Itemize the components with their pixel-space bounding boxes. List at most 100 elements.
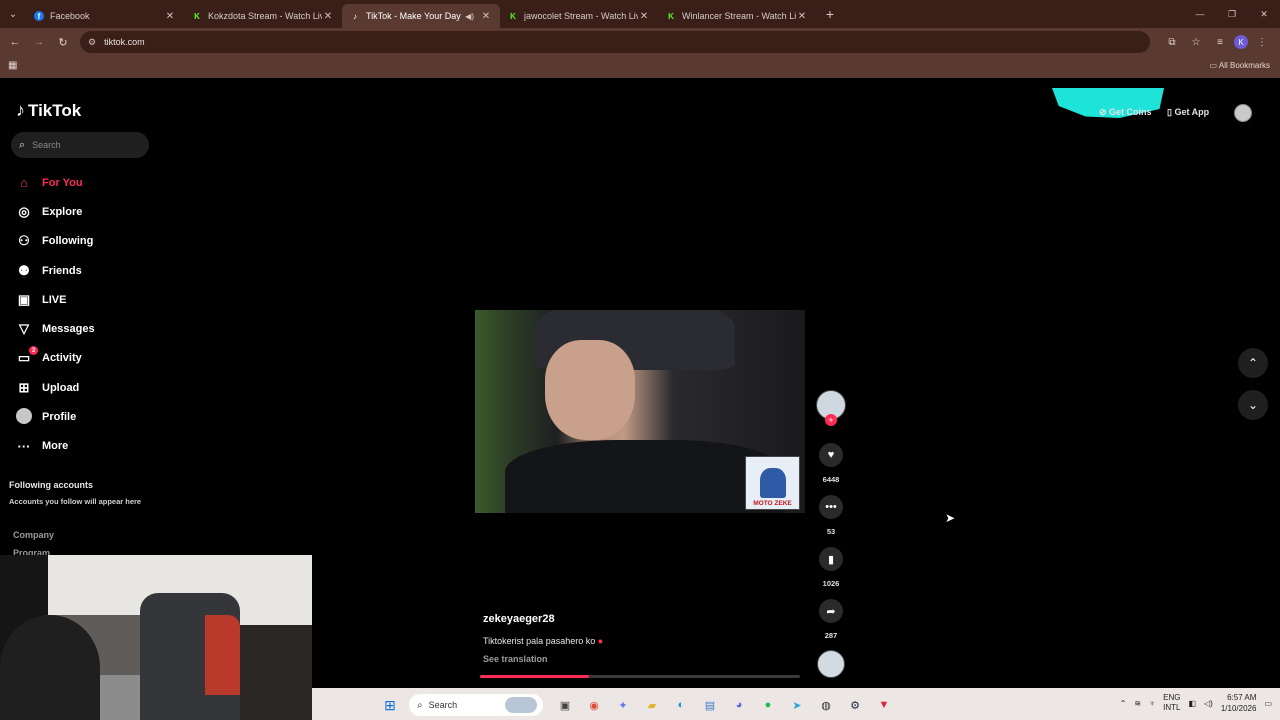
tiktok-logo[interactable]: ♪ TikTok xyxy=(16,100,81,121)
emoji-icon: ● xyxy=(597,636,604,646)
sidebar-item-friends[interactable]: ⚉ Friends xyxy=(16,256,95,285)
speaker-icon[interactable]: ◀) xyxy=(465,12,474,21)
company-link[interactable]: Company xyxy=(13,530,54,540)
task-view-icon[interactable]: ▣ xyxy=(555,695,575,715)
chrome-icon[interactable]: ◉ xyxy=(584,695,604,715)
tab-facebook[interactable]: f Facebook ✕ xyxy=(26,4,184,28)
save-button[interactable]: ▮ 1026 xyxy=(818,547,844,588)
mic-icon[interactable]: ♆ xyxy=(1149,699,1155,708)
heart-icon: ♥ xyxy=(819,443,843,467)
close-tab-icon[interactable]: ✕ xyxy=(480,11,492,22)
sidebar-item-more[interactable]: ··· More xyxy=(16,432,95,461)
edge-icon[interactable]: ◐ xyxy=(671,695,691,715)
close-tab-icon[interactable]: ✕ xyxy=(322,11,334,22)
browser-tab-bar: ⌄ f Facebook ✕ K Kokzdota Stream - Watch… xyxy=(0,0,1280,28)
back-icon[interactable]: ← xyxy=(3,30,27,54)
obs-icon[interactable]: ◍ xyxy=(816,695,836,715)
watermark-figure xyxy=(759,468,786,498)
bookmarks-bar: ▦ ▭ All Bookmarks xyxy=(0,56,1280,78)
send-icon: ▽ xyxy=(19,321,29,337)
activity-badge: 3 xyxy=(29,346,38,356)
all-bookmarks-button[interactable]: ▭ All Bookmarks xyxy=(1210,61,1270,70)
install-app-icon[interactable]: ⧉ xyxy=(1162,32,1182,52)
store-icon[interactable]: ▤ xyxy=(700,695,720,715)
restore-icon[interactable]: ❐ xyxy=(1216,0,1248,28)
spotify-icon[interactable]: ● xyxy=(758,695,778,715)
telegram-icon[interactable]: ➤ xyxy=(787,695,807,715)
follow-plus-icon[interactable]: + xyxy=(825,414,837,426)
search-icon: ⌕ xyxy=(417,699,423,711)
music-disc-avatar[interactable] xyxy=(817,650,845,678)
following-accounts-section: Following accounts Accounts you follow w… xyxy=(9,480,141,506)
tiktok-note-icon: ♪ xyxy=(16,100,25,120)
steam-icon[interactable]: ⚙ xyxy=(845,695,865,715)
sidebar-item-activity[interactable]: ▭ 3 Activity xyxy=(16,344,95,373)
media-control-icon[interactable]: ≡ xyxy=(1210,32,1230,52)
sidebar-item-live[interactable]: ▣ LIVE xyxy=(16,285,95,314)
video-caption: Tiktokerist pala pasahero ko ● xyxy=(483,636,603,646)
tab-title: Winlancer Stream - Watch Live xyxy=(682,11,796,21)
tab-tiktok[interactable]: ♪ TikTok - Make Your Day ◀) ✕ xyxy=(342,4,500,28)
search-input[interactable]: ⌕ Search xyxy=(11,132,149,158)
user-avatar[interactable] xyxy=(1234,104,1252,122)
window-controls: — ❐ ✕ xyxy=(1184,0,1280,28)
bookmark-icon: ▮ xyxy=(819,547,843,571)
sidebar-item-for-you[interactable]: ⌂ For You xyxy=(16,168,95,197)
copilot-icon[interactable]: ✦ xyxy=(613,695,633,715)
sidebar-item-label: Following xyxy=(42,235,94,248)
see-translation-link[interactable]: See translation xyxy=(483,654,548,664)
network-icon[interactable]: ≋ xyxy=(1134,699,1141,708)
taskbar-clock[interactable]: 6:57 AM 1/10/2026 xyxy=(1221,692,1257,714)
sidebar-item-label: Activity xyxy=(42,352,82,365)
bookmark-star-icon[interactable]: ☆ xyxy=(1186,32,1206,52)
sidebar-item-messages[interactable]: ▽ Messages xyxy=(16,314,95,343)
file-explorer-icon[interactable]: ▰ xyxy=(642,695,662,715)
apps-grid-icon[interactable]: ▦ xyxy=(8,60,17,71)
tab-winlancer[interactable]: K Winlancer Stream - Watch Live ✕ xyxy=(658,4,816,28)
sidebar-item-upload[interactable]: ⊞ Upload xyxy=(16,373,95,402)
chrome-menu-icon[interactable]: ⋮ xyxy=(1252,32,1272,52)
comment-button[interactable]: ••• 53 xyxy=(818,495,844,536)
site-settings-icon[interactable]: ⚙ xyxy=(88,37,96,48)
sidebar-nav: ⌂ For You ◎ Explore ⚇ Following ⚉ Friend… xyxy=(16,168,95,461)
webcam-person xyxy=(0,615,100,720)
tab-search-chevron-icon[interactable]: ⌄ xyxy=(0,0,26,28)
tray-overflow-icon[interactable]: ⌃ xyxy=(1120,699,1127,708)
language-indicator[interactable]: ENG INTL xyxy=(1163,693,1180,713)
notifications-icon[interactable]: ▭ xyxy=(1264,699,1272,708)
sidebar-item-profile[interactable]: Profile xyxy=(16,402,95,431)
close-tab-icon[interactable]: ✕ xyxy=(164,11,176,22)
wifi-icon[interactable]: ◧ xyxy=(1188,699,1196,708)
previous-video-button[interactable]: ⌃ xyxy=(1238,348,1268,378)
volume-icon[interactable]: ◁) xyxy=(1204,699,1213,708)
mouse-cursor-icon: ➤ xyxy=(945,511,956,525)
tab-kokzdota[interactable]: K Kokzdota Stream - Watch Live ✕ xyxy=(184,4,342,28)
new-tab-button[interactable]: + xyxy=(820,6,840,22)
reload-icon[interactable]: ↻ xyxy=(51,30,75,54)
tab-title: Kokzdota Stream - Watch Live xyxy=(208,11,322,21)
video-player[interactable]: MOTO ZEKE xyxy=(475,310,805,513)
tab-jawocolet[interactable]: K jawocolet Stream - Watch Live ✕ xyxy=(500,4,658,28)
get-coins-button[interactable]: ⊘ Get Coins xyxy=(1099,107,1152,118)
moto-zeke-watermark: MOTO ZEKE xyxy=(745,456,800,510)
discord-icon[interactable]: ◕ xyxy=(729,695,749,715)
like-button[interactable]: ♥ 6448 xyxy=(818,443,844,484)
minimize-icon[interactable]: — xyxy=(1184,0,1216,28)
get-app-button[interactable]: ▯ Get App xyxy=(1167,107,1209,118)
video-username[interactable]: zekeyaeger28 xyxy=(483,613,555,625)
profile-avatar[interactable]: K xyxy=(1234,35,1248,49)
app-red-icon[interactable]: ▼ xyxy=(874,695,894,715)
close-tab-icon[interactable]: ✕ xyxy=(638,11,650,22)
windows-start-icon[interactable]: ⊞ xyxy=(380,695,400,715)
sidebar-item-explore[interactable]: ◎ Explore xyxy=(16,197,95,226)
url-input[interactable]: ⚙ tiktok.com xyxy=(80,31,1150,53)
close-window-icon[interactable]: ✕ xyxy=(1248,0,1280,28)
next-video-button[interactable]: ⌄ xyxy=(1238,390,1268,420)
sidebar-item-following[interactable]: ⚇ Following xyxy=(16,227,95,256)
close-tab-icon[interactable]: ✕ xyxy=(796,11,808,22)
kick-favicon-icon: K xyxy=(194,11,200,21)
forward-icon[interactable]: → xyxy=(27,30,51,54)
taskbar-search-input[interactable]: ⌕ Search xyxy=(409,694,543,716)
share-button[interactable]: ➦ 287 xyxy=(818,599,844,640)
video-progress-bar[interactable] xyxy=(480,675,800,678)
